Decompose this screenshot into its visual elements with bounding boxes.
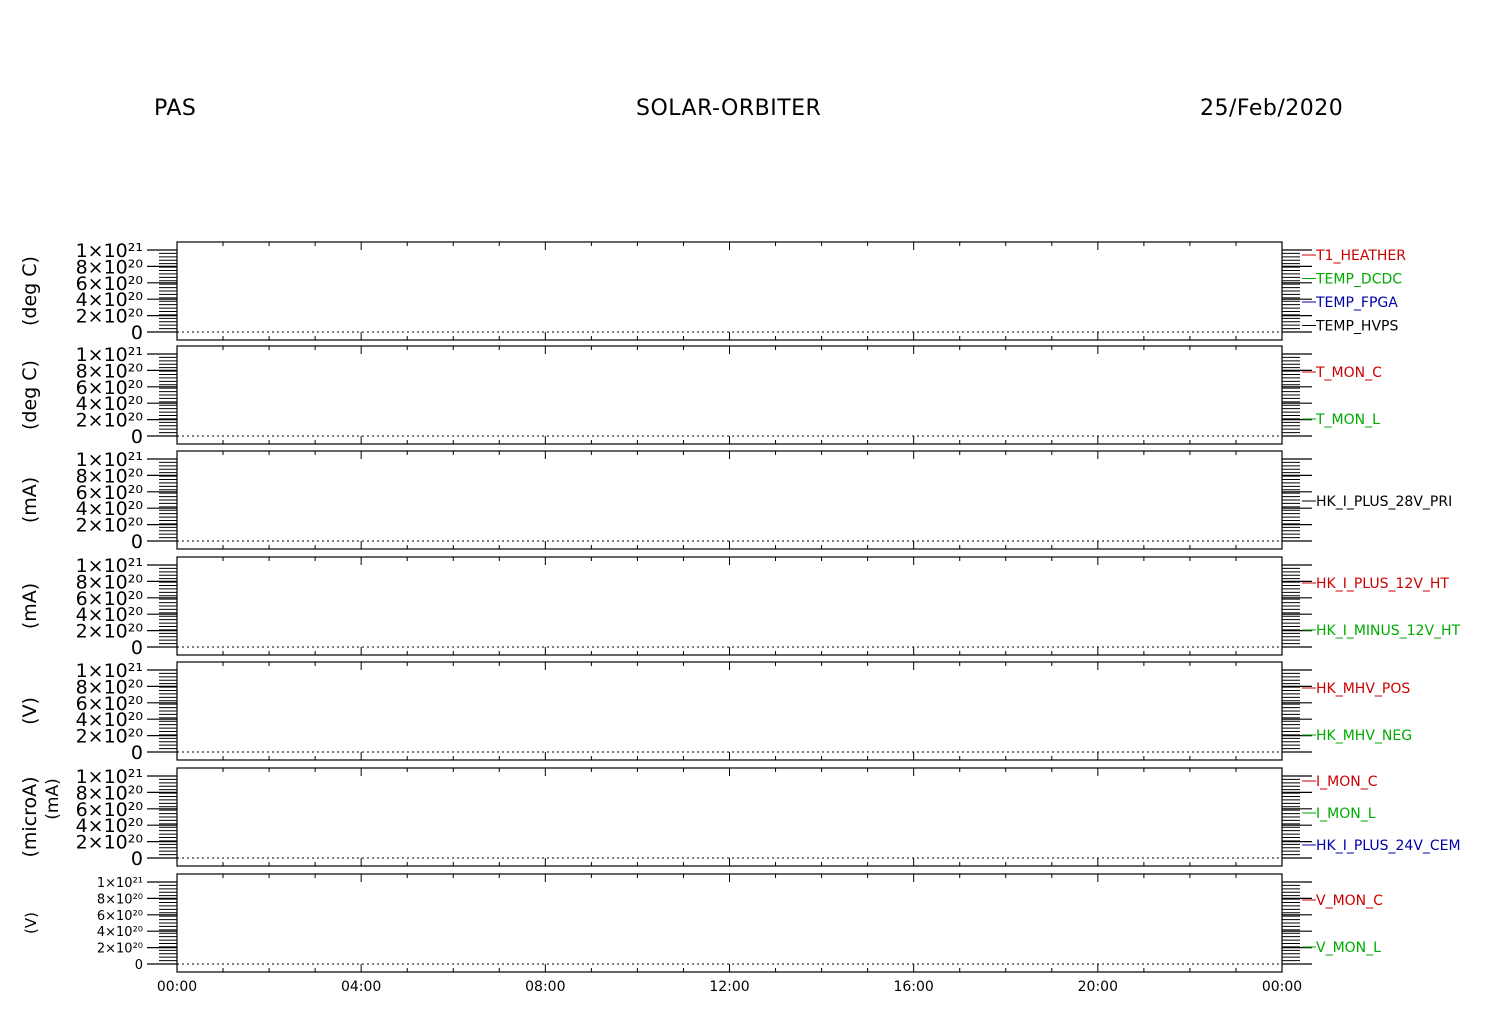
legend-series-name: TEMP_DCDC bbox=[1315, 272, 1402, 288]
legend-series-name: HK_MHV_NEG bbox=[1316, 728, 1412, 744]
legend-series-name: TEMP_FPGA bbox=[1315, 295, 1398, 311]
panel-frame bbox=[176, 661, 1283, 761]
y-tick-label: 2×10²⁰ bbox=[97, 942, 143, 957]
legend-series-name: I_MON_C bbox=[1316, 774, 1378, 790]
y-tick-label: 8×10²⁰ bbox=[97, 892, 143, 907]
panel-frame bbox=[176, 241, 1283, 341]
y-tick-label: 0 bbox=[131, 322, 143, 344]
y-axis-label: (V) bbox=[22, 912, 40, 934]
x-tick-label: 16:00 bbox=[893, 979, 933, 995]
legend-series-name: T_MON_L bbox=[1315, 412, 1380, 428]
legend-series-name: HK_I_MINUS_12V_HT bbox=[1316, 623, 1461, 639]
panel-frame bbox=[176, 556, 1283, 656]
x-tick-label: 12:00 bbox=[709, 979, 749, 995]
y-tick-label: 0 bbox=[131, 742, 143, 764]
panel-frame bbox=[176, 767, 1283, 867]
legend-series-name: HK_I_PLUS_24V_CEM bbox=[1316, 838, 1461, 854]
y-tick-label: 1×10²¹ bbox=[97, 876, 143, 891]
panel-frame bbox=[176, 345, 1283, 445]
legend-series-name: TEMP_HVPS bbox=[1315, 319, 1398, 335]
y-tick-label: 4×10²⁰ bbox=[97, 925, 143, 940]
x-tick-label: 00:00 bbox=[1262, 979, 1302, 995]
panel-frame bbox=[176, 450, 1283, 550]
y-tick-label: 0 bbox=[131, 848, 143, 870]
legend-series-name: T_MON_C bbox=[1315, 365, 1382, 381]
y-axis-label: (V) bbox=[19, 697, 41, 725]
y-tick-label: 0 bbox=[131, 531, 143, 553]
y-tick-label: 0 bbox=[131, 426, 143, 448]
x-tick-label: 00:00 bbox=[157, 979, 197, 995]
y-tick-label: 0 bbox=[131, 637, 143, 659]
y-tick-label: 0 bbox=[135, 958, 143, 973]
y-axis-label: (microA) bbox=[19, 776, 41, 857]
housekeeping-stacked-plot: 1×10²¹8×10²⁰6×10²⁰4×10²⁰2×10²⁰0(deg C)T1… bbox=[19, 240, 1461, 995]
legend-series-name: HK_I_PLUS_28V_PRI bbox=[1316, 494, 1452, 510]
x-tick-label: 20:00 bbox=[1078, 979, 1118, 995]
x-tick-label: 08:00 bbox=[525, 979, 565, 995]
y-axis-label: (deg C) bbox=[19, 360, 41, 430]
y-tick-label: 6×10²⁰ bbox=[97, 909, 143, 924]
panel-frame bbox=[176, 873, 1283, 973]
legend-series-name: V_MON_C bbox=[1316, 893, 1383, 909]
legend-series-name: T1_HEATHER bbox=[1315, 248, 1406, 264]
legend-series-name: I_MON_L bbox=[1316, 806, 1376, 822]
y-axis-label: (mA) bbox=[19, 583, 41, 629]
legend-series-name: HK_I_PLUS_12V_HT bbox=[1316, 576, 1449, 592]
legend-series-name: V_MON_L bbox=[1316, 940, 1381, 956]
x-tick-label: 04:00 bbox=[341, 979, 381, 995]
y-axis-label-secondary: (mA) bbox=[43, 778, 63, 819]
y-axis-label: (mA) bbox=[19, 477, 41, 523]
y-axis-label: (deg C) bbox=[19, 256, 41, 326]
legend-series-name: HK_MHV_POS bbox=[1316, 681, 1410, 697]
